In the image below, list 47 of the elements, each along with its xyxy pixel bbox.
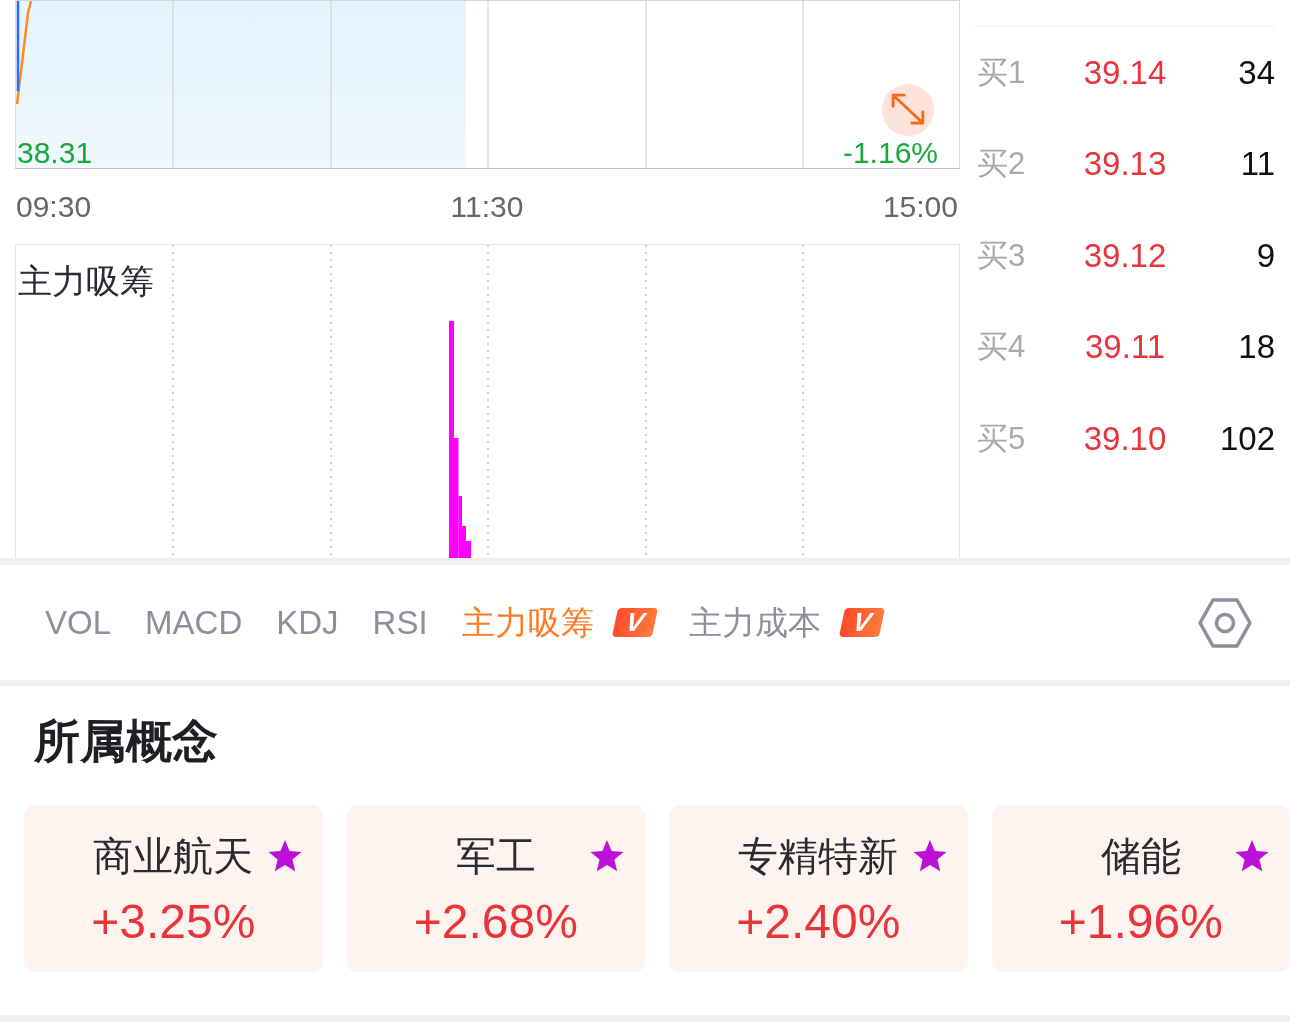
star-icon [1234,839,1270,873]
concept-change: +2.40% [736,894,901,950]
change-label: -1.16% [842,138,938,168]
time-label: 11:30 [450,189,524,224]
bid-label: 买5 [976,419,1026,458]
expand-icon[interactable] [882,84,934,136]
concept-name: 储能 [1100,833,1181,880]
bid-price: 39.13 [1083,145,1167,184]
bid-volume: 102 [1219,419,1275,458]
time-label: 15:00 [882,189,958,224]
price-label: 38.31 [17,138,93,168]
concept-change: +1.96% [1058,894,1223,950]
indicator-tab[interactable]: VOL [45,602,112,643]
bid-label: 买4 [976,328,1026,367]
time-label: 09:30 [16,189,92,224]
concept-name: 商业航天 [93,833,254,880]
concept-card[interactable]: 储能 +1.96% [991,805,1290,972]
bid-price: 39.11 [1084,328,1166,367]
indicator-tab[interactable]: 主力吸筹 [461,602,594,643]
concept-change: +3.25% [91,894,256,950]
concept-name: 专精特新 [738,833,899,880]
chart-title: 主力吸筹 [18,261,154,301]
concept-name: 军工 [455,833,536,880]
indicator-tab[interactable]: RSI [372,602,428,643]
bid-volume: 34 [1238,53,1275,92]
bid-price: 39.14 [1083,53,1167,92]
star-icon [911,839,948,873]
bid-volume: 18 [1238,328,1275,367]
bid-volume: 9 [1256,236,1275,275]
bid-price: 39.10 [1083,419,1167,458]
bid-price: 39.12 [1083,236,1167,275]
indicator-tab[interactable]: KDJ [276,602,339,643]
bid-label: 买3 [976,236,1026,275]
indicator-tab[interactable]: MACD [145,602,243,643]
star-icon [266,839,303,873]
indicator-tab[interactable]: 主力成本 [688,602,821,643]
concept-change: +2.68% [413,894,578,950]
concept-card[interactable]: 军工 +2.68% [346,805,645,972]
bid-label: 买1 [976,53,1026,92]
star-icon [589,839,625,873]
bid-volume: 11 [1240,145,1275,184]
concept-card[interactable]: 商业航天 +3.25% [24,805,323,972]
vip-badge: V [838,608,885,637]
section-title: 所属概念 [34,714,218,769]
bid-label: 买2 [976,145,1026,184]
concept-card[interactable]: 专精特新 +2.40% [669,805,968,972]
vip-badge: V [611,608,658,637]
